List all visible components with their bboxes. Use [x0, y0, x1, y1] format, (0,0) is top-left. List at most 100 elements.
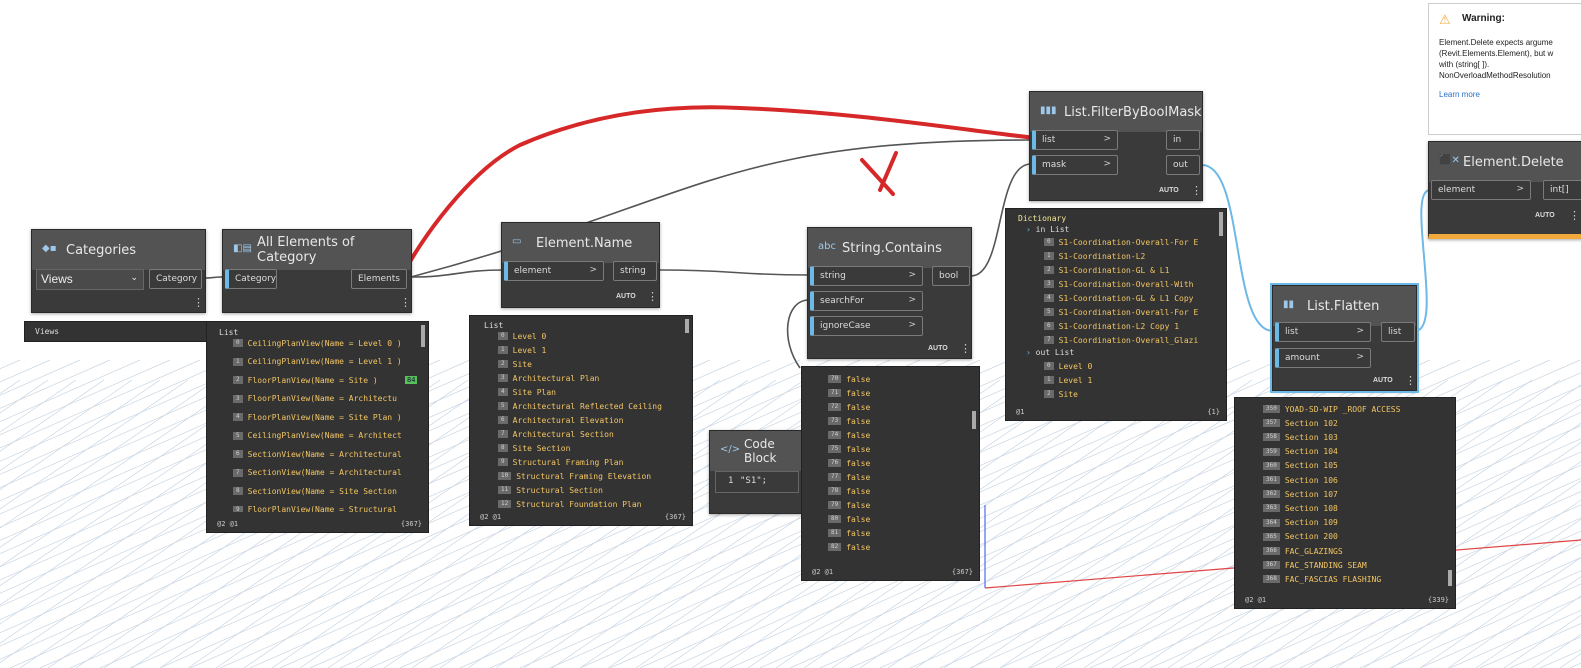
list-item-index: 0 — [1044, 362, 1054, 370]
list-item-value: YOAD-SD-WIP _ROOF ACCESS — [1284, 404, 1401, 414]
list-item-index: 361 — [1263, 476, 1280, 484]
output-port-elements[interactable]: Elements — [351, 269, 407, 289]
wire-string-to-contains — [659, 269, 810, 276]
grid-line — [1447, 576, 1581, 668]
list-item: 368 FAC_FASCIAS FLASHING — [1263, 573, 1381, 585]
list-item: 7 SectionView(Name = Architectural — [233, 467, 402, 479]
input-port-element[interactable]: element > — [504, 261, 604, 281]
code-block-node[interactable]: </> Code Block 1 "S1"; — [709, 430, 807, 514]
string-icon: abc — [818, 241, 836, 252]
list-item-value: Section 107 — [1284, 489, 1338, 499]
all-elements-node[interactable]: ◧▤ All Elements of Category Category Ele… — [222, 229, 412, 313]
list-item: 0 Level 0 — [498, 330, 546, 342]
list-item-index: 81 — [828, 529, 842, 537]
scrollbar[interactable] — [972, 411, 976, 429]
list-flatten-node[interactable]: ▮▮ List.Flatten list > amount > list AUTO … — [1270, 283, 1419, 393]
element-delete-node[interactable]: ⬛✕ Element.Delete element > int[] AUTO ⋮ — [1428, 141, 1581, 239]
string-contains-node[interactable]: abc String.Contains string > searchFor > i… — [807, 227, 972, 359]
input-port-string[interactable]: string > — [810, 266, 923, 286]
node-menu-icon[interactable]: ⋮ — [1405, 374, 1416, 387]
list-item: 11 Structural Section — [498, 484, 603, 496]
element-name-icon: ▭ — [512, 236, 522, 247]
output-port-out[interactable]: out — [1166, 155, 1200, 175]
output-port-string[interactable]: string — [613, 261, 657, 281]
list-item-index: 75 — [828, 445, 842, 453]
list-item: 5 Architectural Reflected Ceiling — [498, 400, 662, 412]
scrollbar[interactable] — [1219, 212, 1223, 236]
list-item-index: 3 — [498, 374, 508, 382]
input-port-ignorecase[interactable]: ignoreCase > — [810, 316, 923, 336]
node-menu-icon[interactable]: ⋮ — [960, 342, 971, 355]
list-item-index: 12 — [498, 500, 512, 508]
list-item-index: 5 — [233, 431, 243, 440]
list-item-value: Architectural Plan — [512, 373, 600, 383]
list-item-value: CeilingPlanView(Name = Architect — [247, 431, 402, 440]
list-item: 12 Structural Foundation Plan — [498, 498, 641, 508]
list-item-index: 363 — [1263, 504, 1280, 513]
dropdown-value: Views — [41, 272, 73, 286]
list-item-value: S1-Coordination-Overall-With — [1058, 279, 1194, 289]
input-port-searchfor[interactable]: searchFor > — [810, 291, 923, 311]
list-item: 367 FAC_STANDING SEAM — [1263, 559, 1367, 571]
input-port-list[interactable]: list > — [1032, 130, 1118, 150]
list-item: 350 YOAD-SD-WIP _ROOF ACCESS — [1263, 403, 1400, 415]
list-item-index: 358 — [1263, 433, 1280, 442]
list-item-index: 72 — [828, 403, 842, 411]
node-header: </> Code Block — [710, 431, 806, 471]
list-item: 8 Site Section — [498, 442, 570, 454]
node-header: ▮▮ List.Flatten — [1273, 286, 1416, 326]
list-item: 2 Site — [498, 358, 532, 370]
code-editor[interactable]: 1 "S1"; — [715, 471, 799, 493]
node-menu-icon[interactable]: ⋮ — [647, 290, 658, 303]
output-port-bool[interactable]: bool — [932, 266, 970, 286]
list-item-index: 10 — [498, 472, 512, 480]
grid-line — [1475, 595, 1581, 668]
input-port-amount[interactable]: amount > — [1275, 348, 1371, 368]
code-icon: </> — [720, 444, 741, 455]
list-item: 358 Section 103 — [1263, 431, 1338, 443]
preview-count: {1} — [1207, 408, 1220, 416]
list-item-value: Section 104 — [1284, 447, 1338, 457]
list-item-value: FloorPlanView(Name = Structural — [247, 505, 397, 512]
input-port-list[interactable]: list > — [1275, 322, 1371, 342]
element-name-node[interactable]: ▭ Element.Name element > string AUTO ⋮ — [501, 222, 660, 308]
delete-icon: ⬛✕ — [1439, 155, 1460, 166]
scrollbar[interactable] — [685, 319, 689, 333]
node-menu-icon[interactable]: ⋮ — [193, 296, 204, 309]
output-port-int[interactable]: int[] — [1543, 180, 1581, 200]
scrollbar[interactable] — [421, 325, 425, 347]
filter-by-bool-mask-node[interactable]: ▮▮▮ List.FilterByBoolMask list > mask > in… — [1029, 91, 1203, 201]
node-menu-icon[interactable]: ⋮ — [400, 296, 411, 309]
list-item-value: Section 109 — [1284, 518, 1338, 528]
categories-node[interactable]: ◆▪ Categories Views ⌄ Category ⋮ — [31, 229, 206, 313]
node-menu-icon[interactable]: ⋮ — [1191, 184, 1202, 197]
category-dropdown[interactable]: Views ⌄ — [36, 269, 144, 290]
list-item-value: Level 0 — [512, 331, 547, 341]
preview-footer: @2 @1 — [480, 513, 502, 521]
list-item-index: 4 — [233, 413, 243, 421]
output-port-list[interactable]: list — [1381, 322, 1415, 342]
preview-list: 0 S1-Coordination-Overall-For E 1 S1-Coordi… — [1006, 209, 1220, 409]
input-port-category[interactable]: Category — [225, 269, 277, 289]
node-menu-icon[interactable]: ⋮ — [1569, 209, 1580, 222]
list-item-value: Structural Section — [516, 485, 603, 495]
learn-more-link[interactable]: Learn more — [1439, 90, 1480, 99]
list-item-value: false — [846, 542, 871, 552]
list-item-value: false — [846, 486, 871, 496]
list-item: 70 false — [828, 373, 870, 385]
list-item: 7 S1-Coordination-Overall_Glazi — [1044, 334, 1198, 346]
scrollbar[interactable] — [1448, 570, 1452, 586]
list-icon: ▮▮ — [1283, 299, 1295, 310]
input-port-mask[interactable]: mask > — [1032, 155, 1118, 175]
warning-line: (Revit.Elements.Element), but w — [1439, 49, 1554, 58]
node-title: List.Flatten — [1307, 298, 1380, 314]
output-port-in[interactable]: in — [1166, 130, 1200, 150]
grid-line — [1509, 636, 1581, 668]
preview-value: Views — [35, 327, 60, 336]
list-item-value: FAC_STANDING SEAM — [1284, 560, 1367, 570]
list-item: 76 false — [828, 457, 870, 469]
list-item: 1 CeilingPlanView(Name = Level 1 ) — [233, 356, 402, 368]
list-item: 78 false — [828, 485, 870, 497]
input-port-element[interactable]: element > — [1431, 180, 1531, 200]
output-port-category[interactable]: Category — [149, 269, 202, 289]
